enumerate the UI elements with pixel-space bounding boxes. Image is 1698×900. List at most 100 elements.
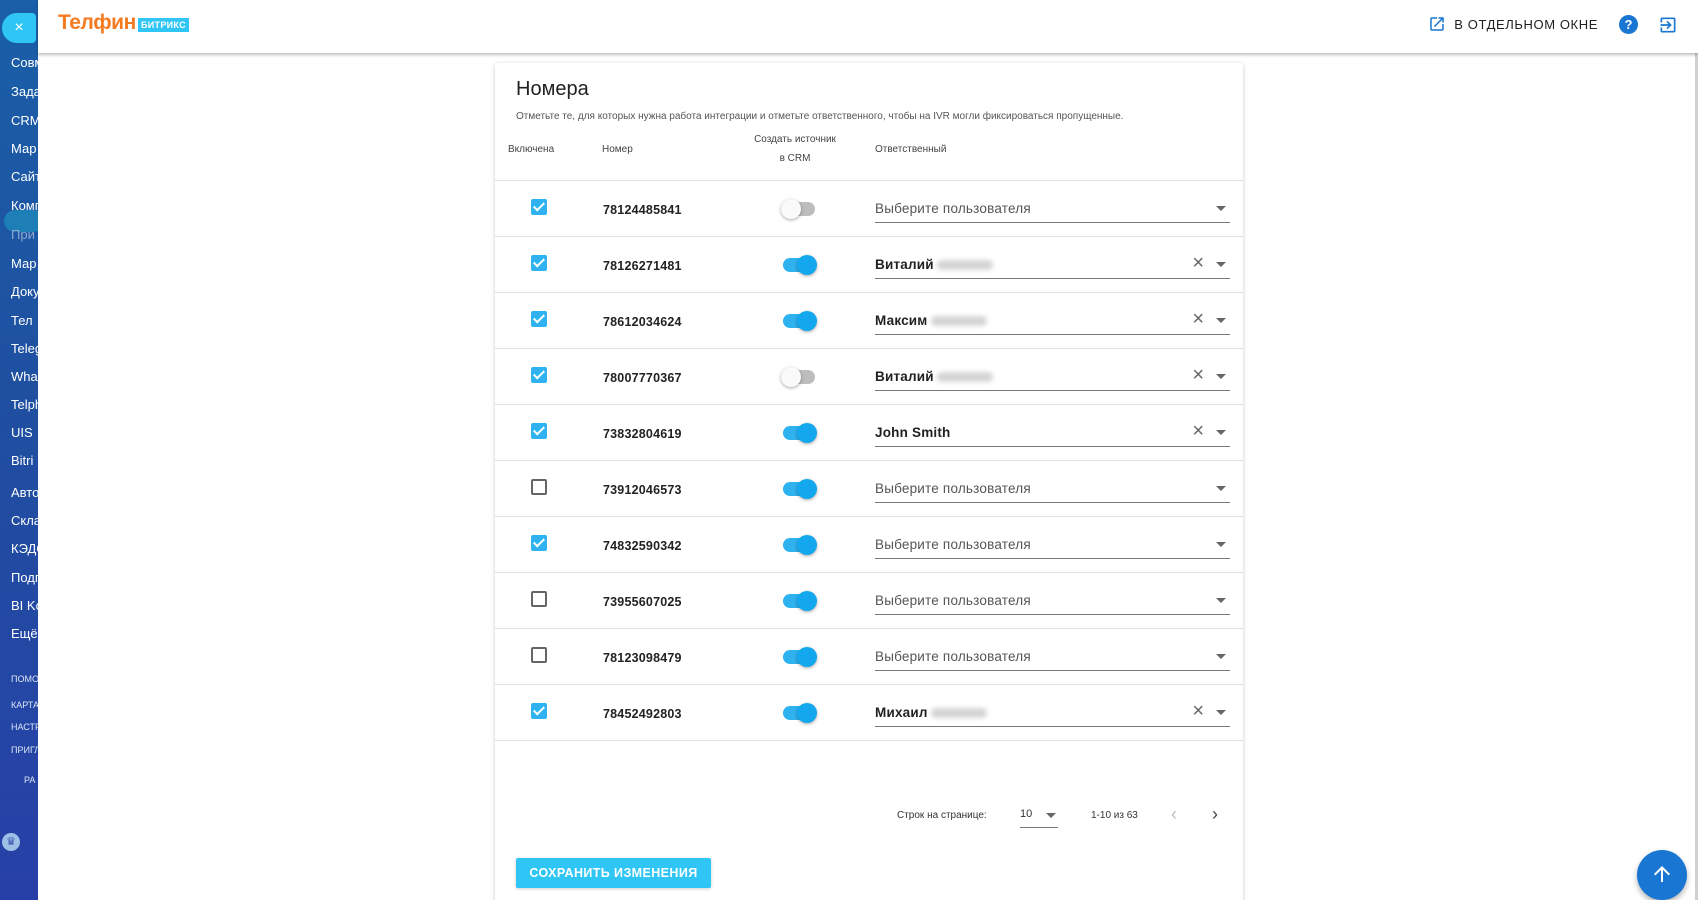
crm-source-toggle[interactable] [783,255,817,275]
sidebar-item[interactable]: Авто [11,485,38,500]
responsible-user-select[interactable]: × Михаил [875,697,1230,727]
next-page-button[interactable]: › [1212,805,1218,823]
sidebar-item[interactable]: Мар [11,256,36,271]
sidebar-footer-link[interactable]: НАСТР [11,722,38,732]
responsible-user-select[interactable]: Выберите пользователя [875,193,1230,223]
sidebar-item[interactable]: Скла [11,513,38,528]
phone-number: 74832590342 [603,539,682,553]
sidebar-item[interactable]: Подп [11,570,38,585]
responsible-user-select[interactable]: × Виталий [875,361,1230,391]
sidebar-item[interactable]: Telph [11,397,38,412]
sidebar-item[interactable]: Bitri [11,453,33,468]
chevron-down-icon [1216,262,1226,267]
close-slider-icon[interactable]: × [2,13,36,43]
rows-per-page-value: 10 [1020,808,1033,820]
previous-page-button[interactable]: ‹ [1171,805,1177,823]
enabled-checkbox[interactable] [531,423,547,439]
enabled-checkbox[interactable] [531,311,547,327]
sidebar-item[interactable]: При [11,227,35,242]
open-in-new-window-label: В ОТДЕЛЬНОМ ОКНЕ [1454,16,1598,32]
numbers-card: Номера Отметьте те, для которых нужна ра… [495,63,1243,900]
rows-per-page-select[interactable]: 10 [1020,804,1058,828]
enabled-checkbox[interactable] [531,367,547,383]
enabled-checkbox[interactable] [531,199,547,215]
responsible-user-name: Михаил [875,705,928,720]
crm-source-toggle[interactable] [783,423,817,443]
crm-source-toggle[interactable] [781,199,815,219]
redacted-surname [936,260,993,271]
crm-source-toggle[interactable] [781,367,815,387]
sidebar-item[interactable]: BI Ko [11,598,38,613]
enabled-checkbox[interactable] [531,535,547,551]
toggle-knob [797,591,817,611]
phone-number: 73912046573 [603,483,682,497]
table-row: 78123098479 Выберите пользователя [495,629,1243,685]
responsible-user-select[interactable]: Выберите пользователя [875,473,1230,503]
clear-icon[interactable]: × [1192,421,1204,441]
toggle-knob [797,535,817,555]
redacted-surname [930,708,987,719]
clear-icon[interactable]: × [1192,253,1204,273]
sidebar-item[interactable]: КЭДС [11,541,38,556]
sidebar-item[interactable]: Тел [11,313,33,328]
sidebar-item[interactable]: Wha [11,369,38,384]
sidebar-item[interactable]: CRM [11,113,38,128]
chevron-down-icon [1216,486,1226,491]
crm-source-toggle[interactable] [783,479,817,499]
sidebar-item[interactable]: Ещё [11,626,38,641]
table-row: 73832804619 × John Smith [495,405,1243,461]
sidebar-footer-link[interactable]: КАРТА [11,700,38,710]
chevron-down-icon [1216,542,1226,547]
column-header-responsible: Ответственный [875,144,947,155]
enabled-checkbox[interactable] [531,591,547,607]
sidebar-item[interactable]: Teleg [11,341,38,356]
sidebar-item[interactable]: Сайт [11,169,38,184]
sidebar-item[interactable]: Мар [11,141,36,156]
enabled-checkbox[interactable] [531,703,547,719]
save-changes-button[interactable]: СОХРАНИТЬ ИЗМЕНЕНИЯ [516,858,711,888]
toggle-knob [781,199,801,219]
crm-source-toggle[interactable] [783,535,817,555]
chevron-down-icon [1216,206,1226,211]
enabled-checkbox[interactable] [531,647,547,663]
enabled-checkbox[interactable] [531,479,547,495]
chevron-down-icon [1216,710,1226,715]
sidebar-item[interactable]: Зада [11,84,38,99]
sidebar-item[interactable]: UIS [11,425,33,440]
table-row: 78126271481 × Виталий [495,237,1243,293]
phone-number: 78126271481 [603,259,682,273]
responsible-user-select[interactable]: Выберите пользователя [875,585,1230,615]
sidebar-footer-link[interactable]: ПРИГЛ [11,745,38,755]
responsible-user-name: Виталий [875,369,934,384]
scroll-to-top-button[interactable] [1637,850,1687,900]
responsible-user-select[interactable]: Выберите пользователя [875,641,1230,671]
select-placeholder: Выберите пользователя [875,649,1031,664]
clear-icon[interactable]: × [1192,701,1204,721]
sidebar-footer-link[interactable]: ПОМО [11,674,38,684]
clear-icon[interactable]: × [1192,309,1204,329]
responsible-user-select[interactable]: Выберите пользователя [875,529,1230,559]
app-header: Телфин БИТРИКС В ОТДЕЛЬНОМ ОКНЕ ? [38,0,1698,53]
sidebar-item[interactable]: Комп [11,198,38,213]
table-row: 73912046573 Выберите пользователя [495,461,1243,517]
responsible-user-select[interactable]: × Виталий [875,249,1230,279]
toggle-knob [797,479,817,499]
chevron-down-icon [1216,430,1226,435]
crm-source-toggle[interactable] [783,647,817,667]
crm-source-toggle[interactable] [783,703,817,723]
clear-icon[interactable]: × [1192,365,1204,385]
logout-icon[interactable] [1658,15,1678,35]
help-icon[interactable]: ? [1619,15,1638,34]
open-in-new-window-button[interactable]: В ОТДЕЛЬНОМ ОКНЕ [1428,15,1598,33]
responsible-user-select[interactable]: × John Smith [875,417,1230,447]
sidebar-item[interactable]: Доку [11,284,38,299]
responsible-user-select[interactable]: × Максим [875,305,1230,335]
sidebar-item[interactable]: Совм [11,55,38,70]
enabled-checkbox[interactable] [531,255,547,271]
rows-per-page-label: Строк на странице: [897,810,987,821]
crm-source-toggle[interactable] [783,311,817,331]
crm-source-toggle[interactable] [783,591,817,611]
table-row: 78612034624 × Максим [495,293,1243,349]
crown-icon[interactable]: ♛ [2,833,20,851]
sidebar-footer-link[interactable]: РА [24,775,35,785]
